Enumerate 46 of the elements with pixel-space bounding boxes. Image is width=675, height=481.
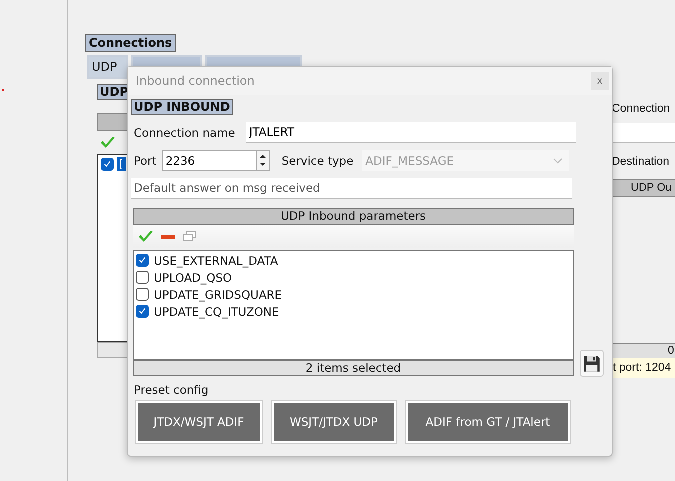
- preset-button[interactable]: JTDX/WSJT ADIF: [136, 401, 262, 443]
- item-text: UPDATE_CQ_ITUZONE: [154, 304, 280, 318]
- close-button[interactable]: x: [591, 72, 609, 90]
- save-button[interactable]: [580, 350, 604, 377]
- status-bar: 2 items selected: [133, 360, 574, 376]
- tab[interactable]: UDP: [87, 55, 128, 79]
- check-icon: [103, 160, 112, 168]
- table-header: UDP Ou: [612, 179, 675, 197]
- field-label: Service type: [282, 154, 354, 168]
- preset-button[interactable]: ADIF from GT / JTAlert: [406, 401, 570, 443]
- field-label: Destination: [612, 156, 670, 168]
- check-icon[interactable]: [100, 137, 116, 149]
- item-text: USE_EXTERNAL_DATA: [154, 254, 278, 268]
- check-icon: [138, 256, 147, 265]
- chevron-down-icon: [552, 158, 563, 164]
- section-label: Preset config: [134, 383, 210, 397]
- checkbox[interactable]: [136, 288, 149, 301]
- list-item[interactable]: UPDATE_CQ_ITUZONE: [134, 303, 573, 320]
- input-field[interactable]: Default answer on msg received: [131, 178, 572, 199]
- list-item[interactable]: USE_EXTERNAL_DATA: [134, 252, 573, 269]
- section-title: Connections: [85, 34, 176, 52]
- spin-field[interactable]: 2236: [162, 150, 256, 171]
- status-text: t port: 1204: [612, 358, 675, 378]
- dot-mark: [2, 89, 4, 91]
- check-icon[interactable]: [138, 230, 154, 242]
- group-label: UDP INBOUND: [131, 99, 234, 115]
- checkbox[interactable]: [101, 158, 114, 170]
- checkbox[interactable]: [136, 305, 149, 318]
- checkbox[interactable]: [136, 271, 149, 284]
- item-text: UPLOAD_QSO: [154, 270, 232, 284]
- checkbox[interactable]: [136, 254, 149, 267]
- window-title: Inbound connection: [136, 74, 255, 88]
- list-item[interactable]: UPLOAD_QSO: [134, 269, 573, 286]
- field-label: Port: [134, 154, 157, 168]
- spin-buttons-icon[interactable]: [256, 150, 270, 171]
- list-item[interactable]: UPDATE_GRIDSQUARE: [134, 286, 573, 303]
- field-label: Connection name: [134, 126, 236, 140]
- check-icon: [138, 307, 147, 316]
- list-item-text: [: [117, 157, 126, 171]
- count-bar: 0: [612, 343, 675, 358]
- floppy-icon: [583, 354, 601, 372]
- input-field[interactable]: [613, 123, 675, 143]
- table-header: UDP Inbound parameters: [133, 208, 574, 225]
- preset-button[interactable]: WSJT/JTDX UDP: [272, 401, 396, 443]
- item-text: UPDATE_GRIDSQUARE: [154, 288, 282, 302]
- field-label: Connection: [612, 103, 670, 115]
